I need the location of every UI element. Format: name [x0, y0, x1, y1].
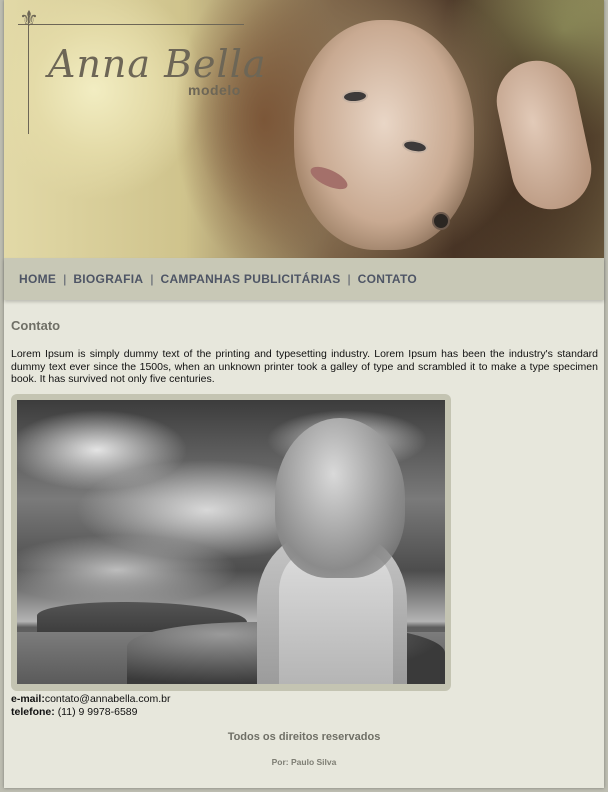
- footer-credit: Por: Paulo Silva: [271, 757, 337, 767]
- nav-list: HOME | BIOGRAFIA | CAMPANHAS PUBLICITÁRI…: [4, 272, 417, 286]
- header-banner: ⚜ Anna Bella modelo: [4, 0, 604, 258]
- nav-link-biografia[interactable]: BIOGRAFIA: [73, 272, 143, 286]
- brand-name[interactable]: Anna Bella: [48, 42, 267, 86]
- contact-photo: [17, 400, 445, 684]
- nav-separator: |: [63, 272, 67, 286]
- nav-link-contato[interactable]: CONTATO: [358, 272, 417, 286]
- email-label: e-mail:: [11, 693, 45, 705]
- banner-photo-hand: [489, 53, 599, 217]
- fleur-de-lis-icon: ⚜: [19, 7, 39, 32]
- photo-frame: [11, 394, 451, 691]
- main-navigation: HOME | BIOGRAFIA | CAMPANHAS PUBLICITÁRI…: [4, 258, 604, 300]
- phone-line: telefone: (11) 9 9978-6589: [11, 706, 171, 719]
- contact-info: e-mail:contato@annabella.com.br telefone…: [11, 693, 171, 718]
- intro-paragraph: Lorem Ipsum is simply dummy text of the …: [11, 348, 598, 385]
- brand-subtitle: modelo: [188, 82, 241, 98]
- page-title: Contato: [11, 318, 61, 333]
- email-line: e-mail:contato@annabella.com.br: [11, 693, 171, 706]
- banner-photo-earring: [432, 212, 450, 230]
- logo-divider-horizontal: [18, 24, 244, 25]
- nav-separator: |: [347, 272, 351, 286]
- email-value[interactable]: contato@annabella.com.br: [45, 693, 171, 705]
- footer-copyright: Todos os direitos reservados: [227, 731, 381, 743]
- phone-label: telefone:: [11, 705, 55, 718]
- nav-separator: |: [150, 272, 154, 286]
- nav-link-home[interactable]: HOME: [19, 272, 56, 286]
- photo-figure-hair: [275, 418, 405, 578]
- page: ⚜ Anna Bella modelo HOME | BIOGRAFIA | C…: [4, 0, 604, 788]
- phone-value: (11) 9 9978-6589: [57, 705, 138, 718]
- nav-link-campanhas[interactable]: CAMPANHAS PUBLICITÁRIAS: [160, 272, 340, 286]
